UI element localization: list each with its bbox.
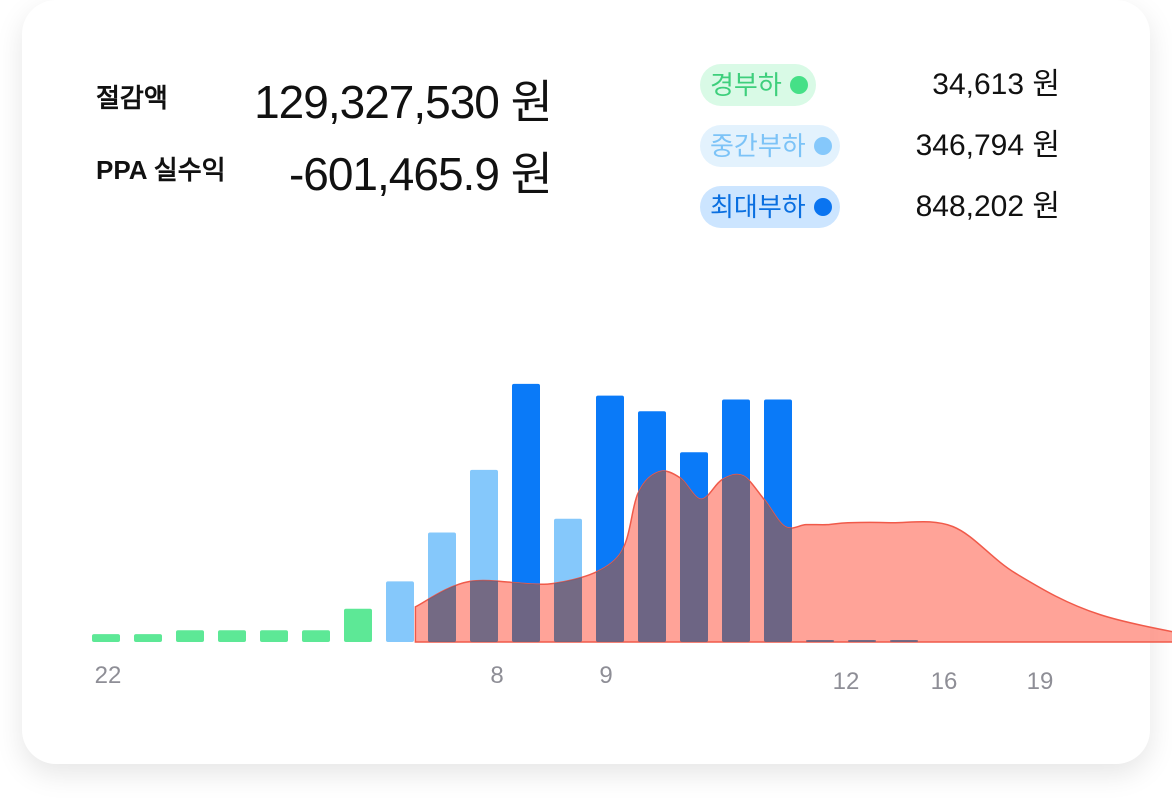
x-tick-label: 8 bbox=[490, 662, 503, 689]
bar-light bbox=[344, 608, 372, 642]
bar-light bbox=[134, 634, 162, 642]
bar-overlap bbox=[848, 640, 876, 642]
bar-light bbox=[218, 630, 246, 642]
x-axis-ticks: 22 8 9 12 16 19 bbox=[95, 662, 1054, 695]
x-tick-label: 16 bbox=[931, 668, 958, 695]
load-cost-chart: 22 8 9 12 16 19 bbox=[92, 383, 1172, 695]
bar-overlap bbox=[890, 640, 918, 642]
bar-light bbox=[92, 634, 120, 642]
bar-light bbox=[302, 630, 330, 642]
x-tick-label: 22 bbox=[95, 662, 122, 689]
x-tick-label: 19 bbox=[1027, 668, 1054, 695]
bar-light bbox=[260, 630, 288, 642]
bar-light bbox=[176, 630, 204, 642]
bar-mid bbox=[386, 581, 414, 642]
x-tick-label: 12 bbox=[833, 668, 860, 695]
x-tick-label: 9 bbox=[599, 662, 612, 689]
bar-overlap bbox=[806, 640, 834, 642]
